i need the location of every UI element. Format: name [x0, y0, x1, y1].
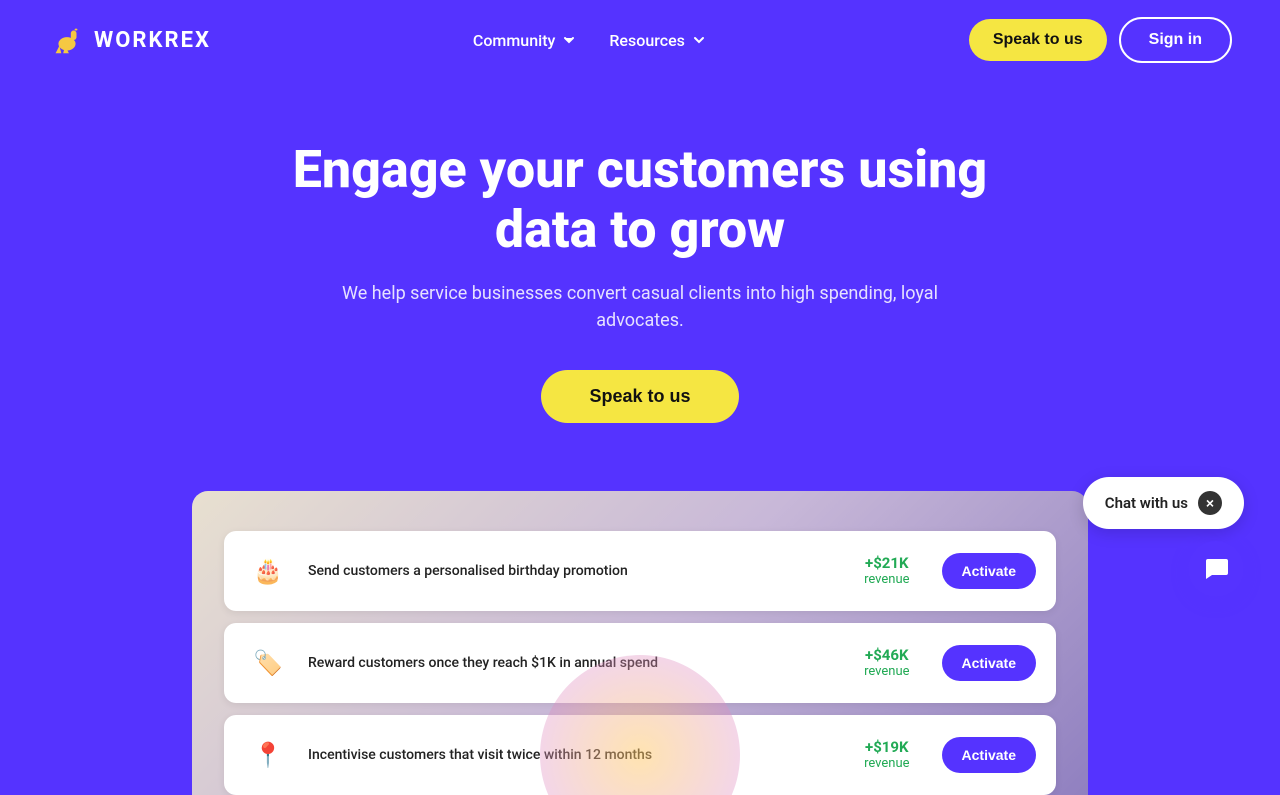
promo-card: 🏷️ Reward customers once they reach $1K … — [224, 623, 1056, 703]
activate-button[interactable]: Activate — [942, 645, 1036, 681]
card-icon: 🏷️ — [244, 639, 292, 687]
chevron-down-icon — [691, 32, 707, 48]
card-revenue: +$19K revenue — [864, 738, 909, 771]
card-title: Incentivise customers that visit twice w… — [308, 747, 652, 763]
speak-to-us-button-header[interactable]: Speak to us — [969, 19, 1107, 61]
card-revenue: +$21K revenue — [864, 554, 909, 587]
revenue-amount: +$46K — [864, 646, 909, 664]
card-title: Reward customers once they reach $1K in … — [308, 655, 658, 671]
chevron-down-icon — [561, 32, 577, 48]
card-icon: 📍 — [244, 731, 292, 779]
revenue-amount: +$21K — [864, 554, 909, 572]
header-actions: Speak to us Sign in — [969, 17, 1232, 63]
hero-section: Engage your customers using data to grow… — [0, 80, 1280, 463]
promo-cards-list: 🎂 Send customers a personalised birthday… — [224, 531, 1056, 795]
revenue-label: revenue — [864, 756, 909, 771]
chat-bubble: Chat with us × — [1083, 477, 1244, 529]
activate-button[interactable]: Activate — [942, 737, 1036, 773]
chat-label: Chat with us — [1105, 494, 1188, 512]
activate-button[interactable]: Activate — [942, 553, 1036, 589]
revenue-label: revenue — [864, 572, 909, 587]
speak-to-us-button-hero[interactable]: Speak to us — [541, 370, 738, 423]
sign-in-button[interactable]: Sign in — [1119, 17, 1232, 63]
logo-text: WORKREX — [94, 28, 211, 53]
revenue-label: revenue — [864, 664, 909, 679]
card-icon: 🎂 — [244, 547, 292, 595]
revenue-amount: +$19K — [864, 738, 909, 756]
chat-icon — [1202, 555, 1230, 583]
dashboard-preview: 🎂 Send customers a personalised birthday… — [192, 491, 1088, 795]
header: WORKREX Community Resources Speak to us … — [0, 0, 1280, 80]
promo-card: 📍 Incentivise customers that visit twice… — [224, 715, 1056, 795]
card-text: Reward customers once they reach $1K in … — [308, 652, 848, 674]
card-text: Send customers a personalised birthday p… — [308, 560, 848, 582]
promo-card: 🎂 Send customers a personalised birthday… — [224, 531, 1056, 611]
chat-close-button[interactable]: × — [1198, 491, 1222, 515]
chat-open-button[interactable] — [1188, 541, 1244, 597]
main-nav: Community Resources — [473, 31, 707, 50]
hero-title: Engage your customers using data to grow — [240, 140, 1040, 260]
chat-widget: Chat with us × — [1083, 477, 1244, 597]
logo-area: WORKREX — [48, 21, 211, 59]
logo-dino-icon — [48, 21, 86, 59]
card-text: Incentivise customers that visit twice w… — [308, 744, 848, 766]
nav-community[interactable]: Community — [473, 31, 577, 50]
card-title: Send customers a personalised birthday p… — [308, 563, 628, 579]
nav-resources[interactable]: Resources — [609, 31, 707, 50]
card-revenue: +$46K revenue — [864, 646, 909, 679]
hero-subtitle: We help service businesses convert casua… — [330, 280, 950, 334]
